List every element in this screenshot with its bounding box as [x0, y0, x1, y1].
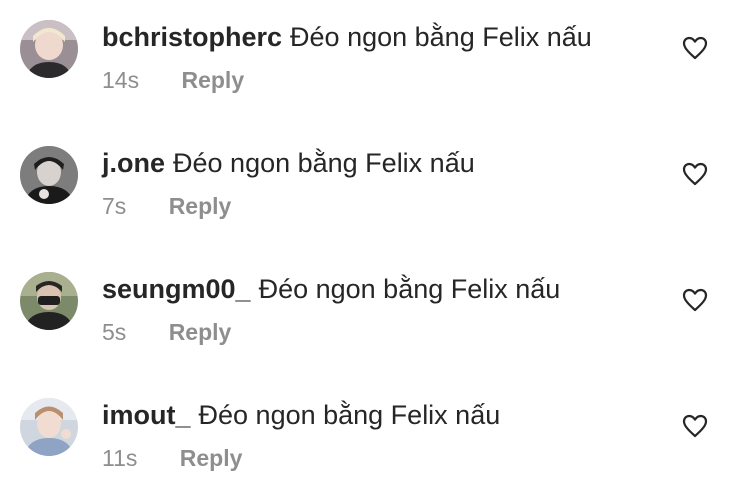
- comment-item: seungm00_ Đéo ngon bằng Felix nấu 5s Repl…: [0, 252, 750, 378]
- avatar[interactable]: [20, 398, 78, 456]
- reply-button[interactable]: Reply: [180, 444, 243, 472]
- username[interactable]: imout_: [102, 400, 191, 430]
- reply-button[interactable]: Reply: [169, 318, 232, 346]
- comment-text-line: imout_ Đéo ngon bằng Felix nấu: [102, 398, 500, 432]
- heart-outline-icon[interactable]: [682, 36, 708, 60]
- comment-text: Đéo ngon bằng Felix nấu: [258, 274, 561, 304]
- timestamp: 7s: [102, 193, 127, 219]
- heart-outline-icon[interactable]: [682, 162, 708, 186]
- comment-meta: 7s Reply: [102, 192, 231, 220]
- timestamp: 14s: [102, 67, 140, 93]
- reply-button[interactable]: Reply: [181, 66, 244, 94]
- comment-item: j.one Đéo ngon bằng Felix nấu 7s Reply: [0, 126, 750, 252]
- timestamp: 5s: [102, 319, 127, 345]
- comment-text: Đéo ngon bằng Felix nấu: [290, 22, 592, 52]
- avatar[interactable]: [20, 20, 78, 78]
- comment-item: imout_ Đéo ngon bằng Felix nấu 11s Reply: [0, 378, 750, 504]
- avatar[interactable]: [20, 272, 78, 330]
- heart-outline-icon[interactable]: [682, 414, 708, 438]
- comment-text-line: seungm00_ Đéo ngon bằng Felix nấu: [102, 272, 560, 306]
- reply-button[interactable]: Reply: [169, 192, 232, 220]
- username[interactable]: seungm00_: [102, 274, 251, 304]
- avatar[interactable]: [20, 146, 78, 204]
- comment-text: Đéo ngon bằng Felix nấu: [198, 400, 501, 430]
- comment-text-line: bchristopherc Đéo ngon bằng Felix nấu: [102, 20, 592, 54]
- comment-item: bchristopherc Đéo ngon bằng Felix nấu 14s…: [0, 0, 750, 126]
- username[interactable]: bchristopherc: [102, 22, 282, 52]
- username[interactable]: j.one: [102, 148, 165, 178]
- comment-meta: 14s Reply: [102, 66, 244, 94]
- timestamp: 11s: [102, 445, 138, 471]
- comment-text-line: j.one Đéo ngon bằng Felix nấu: [102, 146, 475, 180]
- heart-outline-icon[interactable]: [682, 288, 708, 312]
- comment-meta: 11s Reply: [102, 444, 242, 472]
- comment-meta: 5s Reply: [102, 318, 231, 346]
- comment-text: Đéo ngon bằng Felix nấu: [173, 148, 475, 178]
